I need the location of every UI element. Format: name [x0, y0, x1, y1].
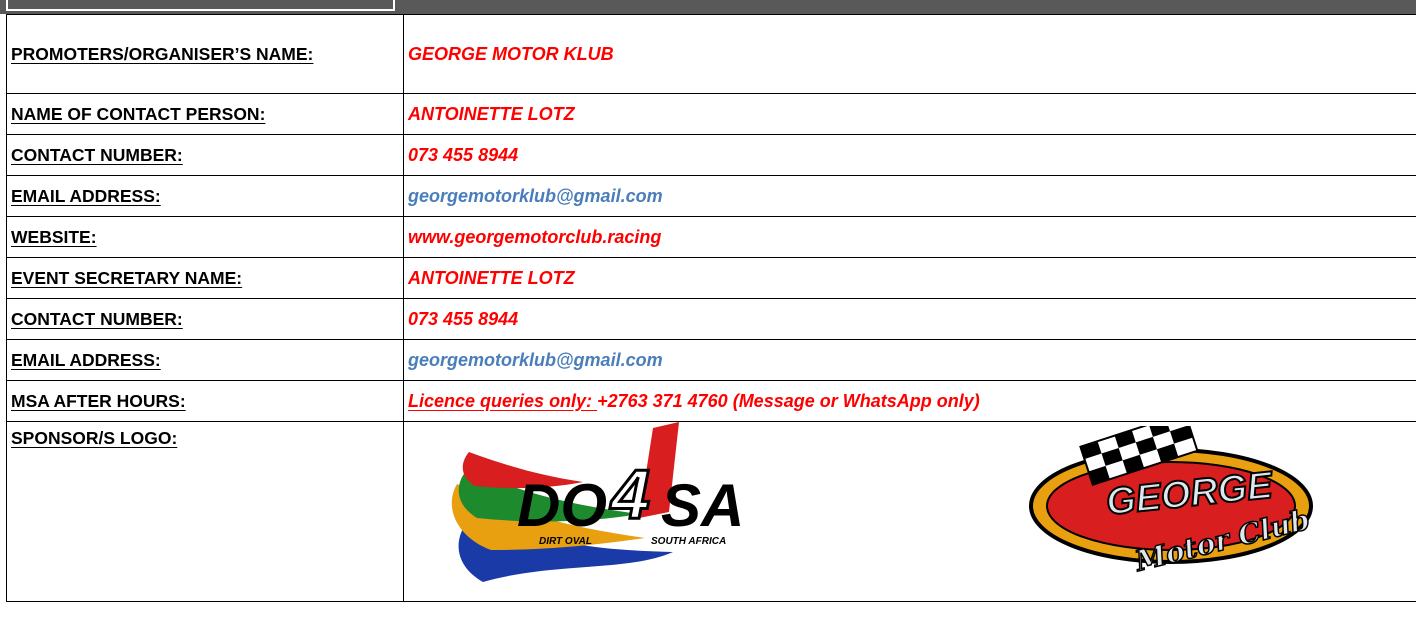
event-secretary-label: EVENT SECRETARY NAME:	[6, 257, 404, 299]
table-row: CONTACT NUMBER: 073 455 8944	[6, 134, 1416, 176]
sponsor-logo-label: SPONSOR/S LOGO:	[6, 421, 404, 602]
table-row: EMAIL ADDRESS: georgemotorklub@gmail.com	[6, 175, 1416, 217]
email-address-label: EMAIL ADDRESS:	[6, 175, 404, 217]
event-secretary-value: ANTOINETTE LOTZ	[403, 257, 1416, 299]
secretary-email-link[interactable]: georgemotorklub@gmail.com	[403, 339, 1416, 381]
secretary-number-label: CONTACT NUMBER:	[6, 298, 404, 340]
licence-queries-prefix: Licence queries only:	[408, 390, 598, 411]
table-row: PROMOTERS/ORGANISER’S NAME: GEORGE MOTOR…	[6, 14, 1416, 94]
george-motor-club-logo: GEORGE Motor Club	[1029, 426, 1314, 579]
do4sa-text-sa: SA	[661, 472, 744, 539]
do4sa-text-four: 4	[609, 455, 650, 533]
msa-phone-text: +2763 371 4760 (Message or WhatsApp only…	[597, 390, 980, 411]
table-row: CONTACT NUMBER: 073 455 8944	[6, 298, 1416, 340]
do4sa-text-south-africa: SOUTH AFRICA	[651, 536, 726, 547]
email-address-link[interactable]: georgemotorklub@gmail.com	[403, 175, 1416, 217]
secretary-number-value: 073 455 8944	[403, 298, 1416, 340]
promoter-name-label: PROMOTERS/ORGANISER’S NAME:	[6, 14, 404, 94]
do4sa-logo: DO 4 SA DIRT OVAL SOUTH AFRICA	[451, 422, 744, 582]
website-link[interactable]: www.georgemotorclub.racing	[403, 216, 1416, 258]
msa-after-hours-label: MSA AFTER HOURS:	[6, 380, 404, 422]
header-bar	[0, 0, 1416, 14]
contact-person-value: ANTOINETTE LOTZ	[403, 93, 1416, 135]
msa-after-hours-value: Licence queries only: +2763 371 4760 (Me…	[403, 380, 1416, 422]
contact-person-label: NAME OF CONTACT PERSON:	[6, 93, 404, 135]
sponsor-logo-cell: DO 4 SA DIRT OVAL SOUTH AFRICA GEORGE Mo…	[403, 421, 1416, 602]
website-label: WEBSITE:	[6, 216, 404, 258]
do4sa-text-do: DO	[517, 472, 607, 539]
contact-info-table: PROMOTERS/ORGANISER’S NAME: GEORGE MOTOR…	[6, 14, 1416, 602]
table-row: SPONSOR/S LOGO: DO 4 SA DIRT OVAL SOUTH …	[6, 421, 1416, 602]
table-row: NAME OF CONTACT PERSON: ANTOINETTE LOTZ	[6, 93, 1416, 135]
promoter-name-value: GEORGE MOTOR KLUB	[403, 14, 1416, 94]
secretary-email-label: EMAIL ADDRESS:	[6, 339, 404, 381]
table-row: MSA AFTER HOURS: Licence queries only: +…	[6, 380, 1416, 422]
do4sa-text-dirt-oval: DIRT OVAL	[539, 536, 592, 547]
table-row: EVENT SECRETARY NAME: ANTOINETTE LOTZ	[6, 257, 1416, 299]
contact-number-label: CONTACT NUMBER:	[6, 134, 404, 176]
sponsor-logos: DO 4 SA DIRT OVAL SOUTH AFRICA GEORGE Mo…	[408, 422, 1415, 593]
contact-number-value: 073 455 8944	[403, 134, 1416, 176]
header-tab	[6, 0, 395, 11]
table-row: EMAIL ADDRESS: georgemotorklub@gmail.com	[6, 339, 1416, 381]
table-row: WEBSITE: www.georgemotorclub.racing	[6, 216, 1416, 258]
